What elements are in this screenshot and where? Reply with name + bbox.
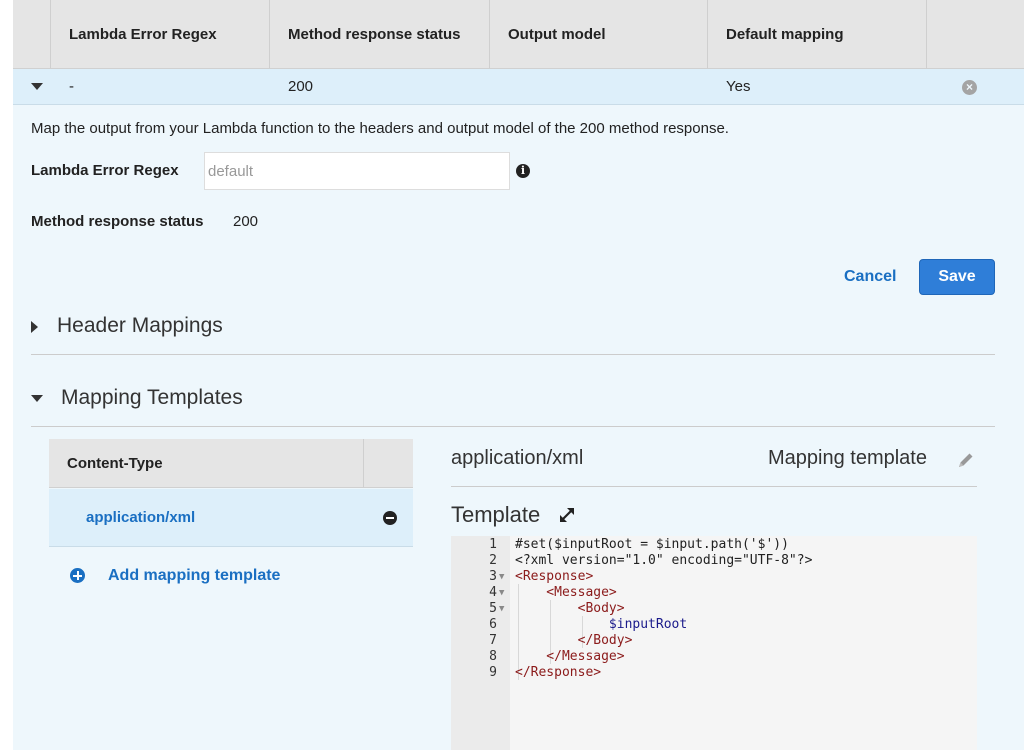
caret-down-icon[interactable]: [31, 83, 43, 90]
row-default-mapping: Yes: [726, 78, 751, 95]
header-actions: [927, 0, 1024, 69]
code-line: </Response>: [515, 665, 602, 680]
status-label: Method response status: [31, 213, 204, 230]
code-line: </Body>: [515, 633, 633, 648]
section-divider: [31, 426, 995, 427]
selected-content-type: application/xml: [451, 447, 584, 469]
line-number: 4: [489, 585, 497, 600]
header-mappings-toggle[interactable]: Header Mappings: [31, 312, 331, 342]
mapping-template-label: Mapping template: [768, 447, 927, 469]
pencil-icon[interactable]: [956, 450, 976, 470]
plus-circle-icon: [70, 568, 85, 583]
template-code-editor[interactable]: 1 2 3 4 5 6 7 8 9 ▼ ▼ ▼ #set($inputRoot …: [451, 536, 977, 750]
header-output-model: Output model: [490, 0, 708, 69]
status-value: 200: [233, 213, 259, 230]
header-separator: [363, 439, 364, 488]
save-button[interactable]: Save: [919, 259, 995, 295]
mapping-templates-title: Mapping Templates: [61, 386, 243, 409]
caret-right-icon: [31, 321, 38, 333]
fold-arrow-icon[interactable]: ▼: [499, 601, 504, 617]
line-number: 8: [489, 649, 497, 664]
responses-table-header: Lambda Error Regex Method response statu…: [13, 0, 1024, 69]
code-line: #set($inputRoot = $input.path('$')): [515, 537, 789, 552]
add-mapping-template-label: Add mapping template: [108, 567, 281, 584]
code-line: <?xml version="1.0" encoding="UTF-8"?>: [515, 553, 813, 568]
header-spacer: [13, 0, 51, 69]
remove-content-type-icon[interactable]: [383, 511, 397, 525]
line-number: 5: [489, 601, 497, 616]
remove-response-icon[interactable]: ×: [962, 80, 977, 95]
info-icon[interactable]: i: [516, 164, 530, 178]
line-number: 7: [489, 633, 497, 648]
caret-down-icon: [31, 395, 43, 402]
code-line: <Body>: [515, 601, 625, 616]
editor-gutter: 1 2 3 4 5 6 7 8 9 ▼ ▼ ▼: [451, 536, 510, 750]
fold-arrow-icon[interactable]: ▼: [499, 585, 504, 601]
content-type-header: Content-Type: [49, 439, 413, 488]
line-number: 2: [489, 553, 497, 568]
regex-label: Lambda Error Regex: [31, 162, 179, 179]
line-number: 9: [489, 665, 497, 680]
lambda-error-regex-input[interactable]: [204, 152, 510, 190]
code-line: <Response>: [515, 569, 594, 584]
header-lambda-error-regex: Lambda Error Regex: [51, 0, 270, 69]
integration-response-panel: Lambda Error Regex Method response statu…: [13, 0, 1024, 750]
code-line: <Message>: [515, 585, 617, 600]
fold-arrow-icon[interactable]: ▼: [499, 569, 504, 585]
code-line: $inputRoot: [515, 617, 688, 632]
code-line: </Message>: [515, 649, 625, 664]
header-mappings-title: Header Mappings: [57, 314, 223, 337]
line-number: 6: [489, 617, 497, 632]
row-status: 200: [288, 78, 314, 95]
template-divider: [451, 486, 977, 487]
section-divider: [31, 354, 995, 355]
cancel-button[interactable]: Cancel: [844, 268, 896, 286]
response-row[interactable]: - 200 Yes ×: [13, 69, 1024, 105]
content-type-header-label: Content-Type: [67, 455, 163, 472]
content-type-row[interactable]: application/xml: [49, 489, 413, 547]
form-description: Map the output from your Lambda function…: [31, 120, 729, 137]
content-type-item[interactable]: application/xml: [86, 489, 195, 547]
header-default-mapping: Default mapping: [708, 0, 927, 69]
row-regex: -: [69, 78, 74, 95]
line-number: 3: [489, 569, 497, 584]
expand-icon[interactable]: [556, 504, 578, 526]
header-method-response-status: Method response status: [270, 0, 490, 69]
template-label: Template: [451, 502, 541, 527]
mapping-templates-toggle[interactable]: Mapping Templates: [31, 384, 331, 414]
line-number: 1: [489, 537, 497, 552]
